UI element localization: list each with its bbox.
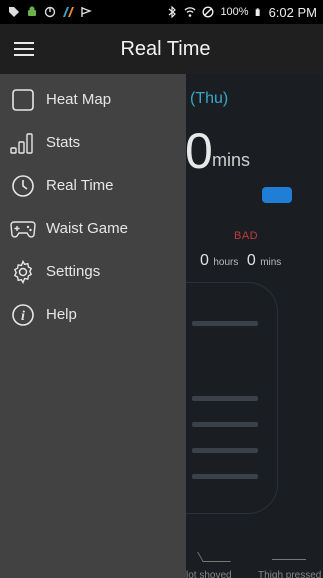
drawer-item-help[interactable]: i Help <box>0 293 186 336</box>
gamepad-icon <box>10 216 36 242</box>
bluetooth-icon <box>169 6 177 18</box>
drawer-item-label: Help <box>46 306 77 323</box>
menu-button[interactable] <box>0 24 48 74</box>
battery-percent: 100% <box>220 6 249 18</box>
drawer-item-label: Waist Game <box>46 220 128 237</box>
flag-icon <box>81 7 92 17</box>
clock-time: 6:02 PM <box>268 4 317 20</box>
tag-icon <box>9 7 19 17</box>
drawer-item-label: Settings <box>46 263 101 280</box>
hours-unit: hours <box>213 257 239 268</box>
drawer-item-waist-game[interactable]: Waist Game <box>0 207 186 250</box>
clock-icon <box>10 173 36 199</box>
wifi-icon <box>184 7 196 17</box>
posture-status: BAD <box>234 230 259 242</box>
gear-icon <box>10 259 36 285</box>
seat-sensor-bar <box>192 448 258 453</box>
drawer-item-heat-map[interactable]: Heat Map <box>0 78 186 121</box>
drawer-item-label: Real Time <box>46 177 114 194</box>
sitting-minutes-unit: mins <box>212 150 251 170</box>
mins-unit: mins <box>260 257 282 268</box>
info-icon: i <box>10 302 36 328</box>
drawer-item-label: Heat Map <box>46 91 112 108</box>
drawer-item-settings[interactable]: Settings <box>0 250 186 293</box>
power-icon <box>44 6 56 18</box>
app-bar: Real Time <box>0 24 323 74</box>
system-icons: 100% 6:02 PM <box>166 5 317 20</box>
bad-posture-duration: 0 hours 0 mins <box>200 252 281 270</box>
drawer-item-label: Stats <box>46 134 81 151</box>
date-label: (Thu) <box>190 90 229 107</box>
posture-line-icon <box>197 552 231 562</box>
hours-value: 0 <box>200 252 209 269</box>
do-not-disturb-icon <box>202 6 214 18</box>
battery-icon <box>255 8 260 16</box>
seat-sensor-bar <box>192 474 258 479</box>
square-outline-icon <box>10 87 36 113</box>
drawer-item-stats[interactable]: Stats <box>0 121 186 164</box>
svg-text:i: i <box>21 309 25 324</box>
drawer-item-real-time[interactable]: Real Time <box>0 164 186 207</box>
navigation-drawer: Heat Map Stats Real Time Waist Game Sett… <box>0 74 186 578</box>
posture-label: lot shoved <box>186 570 232 578</box>
mins-value: 0 <box>246 252 256 269</box>
hamburger-icon <box>14 42 34 56</box>
app-logo-icon <box>63 7 74 17</box>
seat-sensor-bar <box>192 422 258 427</box>
signal-bars-icon <box>10 130 36 156</box>
thigh-label: Thigh pressed <box>258 570 322 578</box>
seat-sensor-bar <box>192 396 258 401</box>
status-bar: 100% 6:02 PM <box>0 0 323 24</box>
thigh-pressed-icon <box>272 548 306 560</box>
page-title: Real Time <box>120 37 211 60</box>
device-toggle[interactable] <box>262 187 292 203</box>
seat-sensor-bar <box>192 321 258 326</box>
notification-icons <box>8 6 92 18</box>
android-icon <box>28 6 36 16</box>
sitting-minutes-value: 0 <box>185 123 213 179</box>
